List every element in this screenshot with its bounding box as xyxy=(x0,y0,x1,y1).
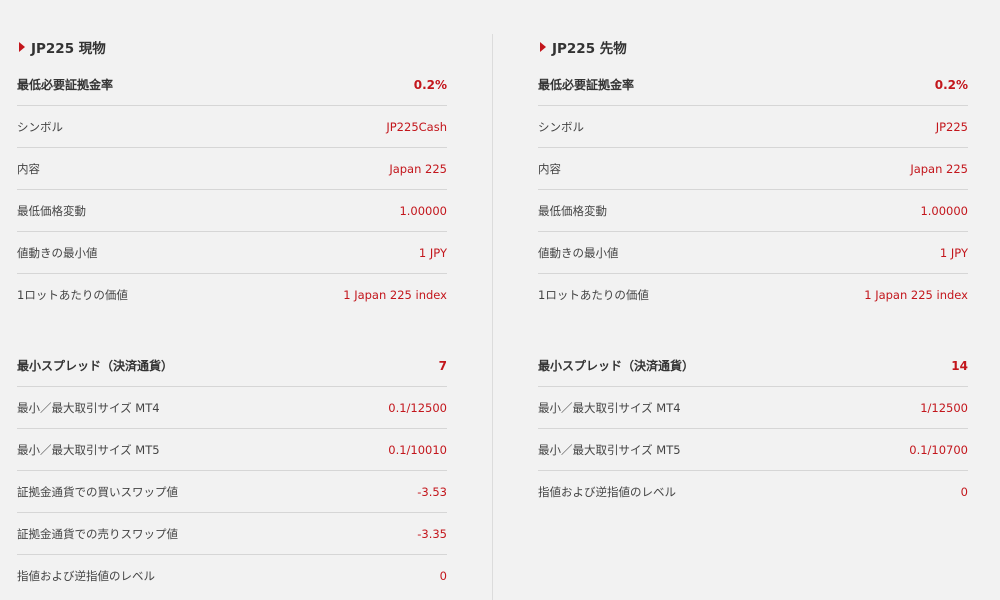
spec-table-trading: 最小スプレッド（決済通貨） 14 最小／最大取引サイズ MT4 1/12500 … xyxy=(538,345,968,513)
instrument-spec-page: JP225 現物 最低必要証拠金率 0.2% シンボル JP225Cash 内容… xyxy=(0,0,1000,600)
row-label: 指値および逆指値のレベル xyxy=(538,485,676,499)
row-label: 値動きの最小値 xyxy=(17,245,98,260)
row-value: JP225Cash xyxy=(386,119,447,134)
table-row: 最低必要証拠金率 0.2% xyxy=(538,64,968,106)
table-row: 値動きの最小値 1 JPY xyxy=(538,232,968,274)
table-row: 証拠金通貨での買いスワップ値 -3.53 xyxy=(17,471,447,513)
row-value: 1 Japan 225 index xyxy=(864,288,968,302)
row-value: 0.1/10700 xyxy=(909,442,968,457)
row-value: 1 Japan 225 index xyxy=(343,288,447,302)
row-label: 最小／最大取引サイズ MT4 xyxy=(17,400,160,415)
row-value: 1 JPY xyxy=(418,245,447,260)
row-label: 最小／最大取引サイズ MT5 xyxy=(538,442,681,457)
row-label: 内容 xyxy=(17,161,40,176)
row-label: シンボル xyxy=(538,119,584,134)
table-row: 最小スプレッド（決済通貨） 14 xyxy=(538,345,968,387)
row-value: Japan 225 xyxy=(910,161,968,176)
row-value: Japan 225 xyxy=(389,161,447,176)
row-label: 最低必要証拠金率 xyxy=(17,78,114,92)
table-row: 最小／最大取引サイズ MT4 0.1/12500 xyxy=(17,387,447,429)
row-value: 14 xyxy=(951,358,968,373)
row-value: 0 xyxy=(960,485,968,499)
row-label: 内容 xyxy=(538,161,561,176)
row-value: 0.2% xyxy=(413,77,447,92)
panel-title: JP225 先物 xyxy=(538,38,627,57)
table-row: シンボル JP225Cash xyxy=(17,106,447,148)
row-label: 値動きの最小値 xyxy=(538,245,619,260)
row-label: 証拠金通貨での買いスワップ値 xyxy=(17,484,178,499)
panel-title-text: JP225 現物 xyxy=(31,41,106,57)
table-row: 証拠金通貨での売りスワップ値 -3.35 xyxy=(17,513,447,555)
row-label: 最小／最大取引サイズ MT5 xyxy=(17,442,160,457)
table-row: 最小／最大取引サイズ MT4 1/12500 xyxy=(538,387,968,429)
row-value: 0.1/10010 xyxy=(388,442,447,457)
table-row: 最小／最大取引サイズ MT5 0.1/10010 xyxy=(17,429,447,471)
row-label: 1ロットあたりの価値 xyxy=(17,288,128,302)
row-value: 1 JPY xyxy=(939,245,968,260)
table-row: 最低価格変動 1.00000 xyxy=(17,190,447,232)
table-row: 内容 Japan 225 xyxy=(538,148,968,190)
panel-title-text: JP225 先物 xyxy=(552,41,627,57)
row-label: 最低価格変動 xyxy=(17,203,86,218)
table-row: 最小スプレッド（決済通貨） 7 xyxy=(17,345,447,387)
table-row: 内容 Japan 225 xyxy=(17,148,447,190)
table-row: 最低価格変動 1.00000 xyxy=(538,190,968,232)
row-value: -3.35 xyxy=(417,526,447,541)
row-label: 最低価格変動 xyxy=(538,203,607,218)
row-label: 最小スプレッド（決済通貨） xyxy=(538,359,695,373)
row-label: 最小／最大取引サイズ MT4 xyxy=(538,400,681,415)
table-row: シンボル JP225 xyxy=(538,106,968,148)
row-value: 0.2% xyxy=(934,77,968,92)
row-value: JP225 xyxy=(935,119,968,134)
row-label: 1ロットあたりの価値 xyxy=(538,288,649,302)
table-row: 最低必要証拠金率 0.2% xyxy=(17,64,447,106)
spec-table-trading: 最小スプレッド（決済通貨） 7 最小／最大取引サイズ MT4 0.1/12500… xyxy=(17,345,447,597)
spec-table-margin: 最低必要証拠金率 0.2% シンボル JP225Cash 内容 Japan 22… xyxy=(17,64,447,316)
table-row: 1ロットあたりの価値 1 Japan 225 index xyxy=(17,274,447,316)
row-value: -3.53 xyxy=(417,484,447,499)
row-label: 最低必要証拠金率 xyxy=(538,78,635,92)
row-value: 1/12500 xyxy=(920,400,968,415)
row-value: 0.1/12500 xyxy=(388,400,447,415)
row-label: 最小スプレッド（決済通貨） xyxy=(17,359,174,373)
row-label: 証拠金通貨での売りスワップ値 xyxy=(17,526,178,541)
table-row: 最小／最大取引サイズ MT5 0.1/10700 xyxy=(538,429,968,471)
row-value: 1.00000 xyxy=(920,203,968,218)
row-value: 7 xyxy=(438,358,447,373)
table-row: 指値および逆指値のレベル 0 xyxy=(538,471,968,513)
row-value: 0 xyxy=(439,569,447,583)
panel-title: JP225 現物 xyxy=(17,38,106,57)
table-row: 指値および逆指値のレベル 0 xyxy=(17,555,447,597)
row-label: シンボル xyxy=(17,119,63,134)
caret-right-icon xyxy=(19,42,25,52)
column-divider xyxy=(492,34,493,600)
row-label: 指値および逆指値のレベル xyxy=(17,569,155,583)
spec-table-margin: 最低必要証拠金率 0.2% シンボル JP225 内容 Japan 225 最低… xyxy=(538,64,968,316)
table-row: 1ロットあたりの価値 1 Japan 225 index xyxy=(538,274,968,316)
table-row: 値動きの最小値 1 JPY xyxy=(17,232,447,274)
caret-right-icon xyxy=(540,42,546,52)
row-value: 1.00000 xyxy=(399,203,447,218)
